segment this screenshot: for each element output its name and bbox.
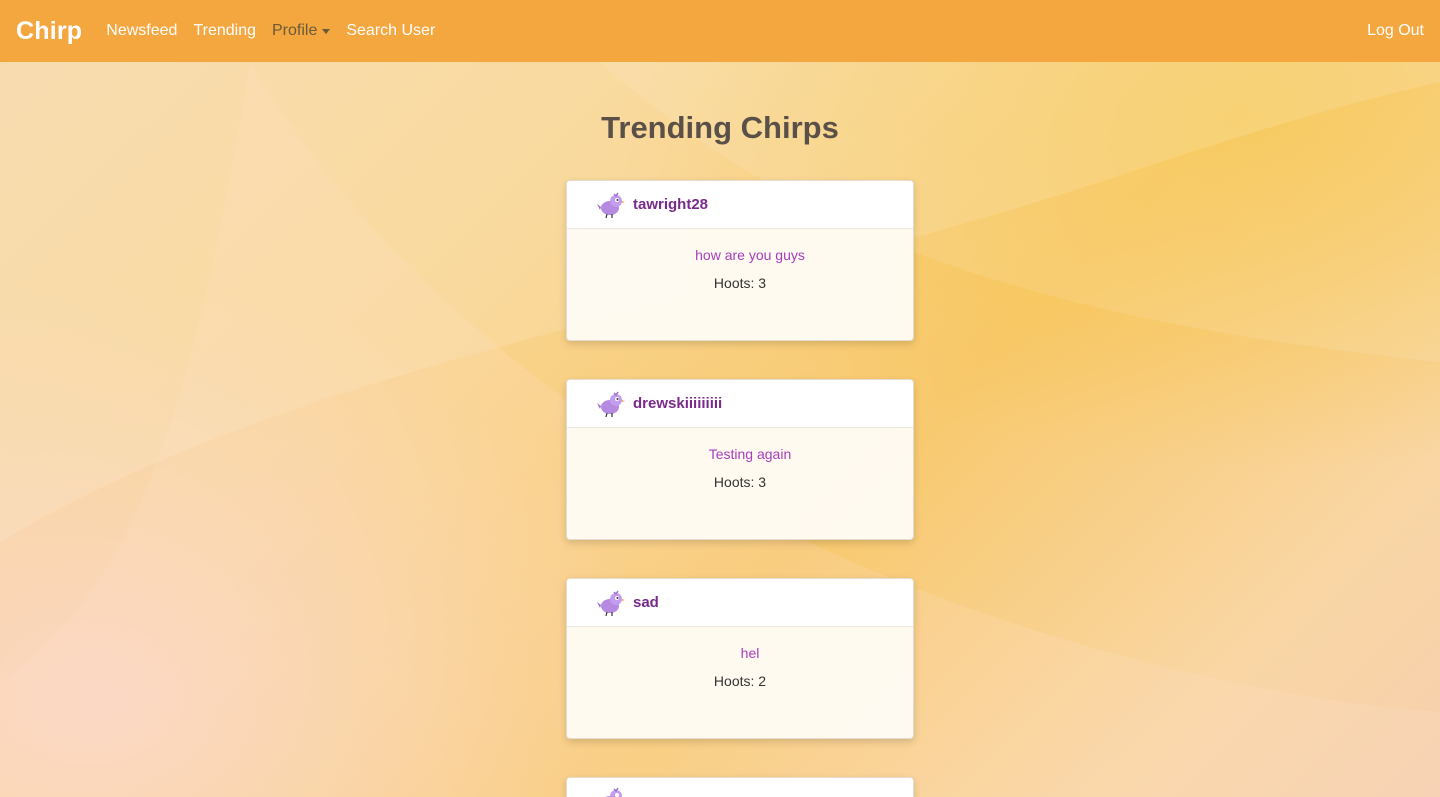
chevron-down-icon	[322, 28, 331, 34]
page-title: Trending Chirps	[601, 110, 839, 145]
nav-profile-label: Profile	[272, 22, 318, 39]
chirp-hoots-count: Hoots: 2	[713, 673, 767, 689]
bird-icon	[597, 590, 625, 616]
logout-link[interactable]: Log Out	[1367, 22, 1424, 40]
chirp-username[interactable]: tawright28	[633, 196, 708, 213]
chirp-card-body: how are you guys Hoots: 3	[567, 229, 913, 291]
chirp-card: tawright28 how are you guys Hoots: 3	[566, 180, 914, 341]
chirp-message: hel	[740, 645, 760, 661]
chirp-hoots-count: Hoots: 3	[713, 275, 767, 291]
nav-search-user[interactable]: Search User	[346, 22, 435, 40]
chirp-card-header: drewskiiiiiiiii	[567, 380, 913, 428]
chirp-card	[566, 777, 914, 797]
chirp-card-header	[567, 778, 913, 797]
chirp-hoots-count: Hoots: 3	[713, 474, 767, 490]
chirp-card-body: Testing again Hoots: 3	[567, 428, 913, 490]
chirp-card: drewskiiiiiiiii Testing again Hoots: 3	[566, 379, 914, 540]
bird-icon	[605, 787, 622, 797]
chirp-username[interactable]: sad	[633, 594, 659, 611]
chirp-card: sad hel Hoots: 2	[566, 578, 914, 739]
bird-icon	[597, 192, 625, 218]
nav-trending[interactable]: Trending	[193, 22, 256, 40]
navbar: Chirp Newsfeed Trending Profile Search U…	[0, 0, 1440, 62]
brand-logo[interactable]: Chirp	[16, 17, 82, 46]
chirp-username[interactable]: drewskiiiiiiiii	[633, 395, 722, 412]
chirp-message: how are you guys	[695, 247, 805, 263]
chirp-card-header: sad	[567, 579, 913, 627]
chirp-message: Testing again	[708, 446, 792, 462]
nav-newsfeed[interactable]: Newsfeed	[106, 22, 177, 40]
chirp-card-body: hel Hoots: 2	[567, 627, 913, 689]
nav-profile-dropdown[interactable]: Profile	[272, 22, 331, 40]
bird-icon	[597, 391, 625, 417]
chirp-card-header: tawright28	[567, 181, 913, 229]
